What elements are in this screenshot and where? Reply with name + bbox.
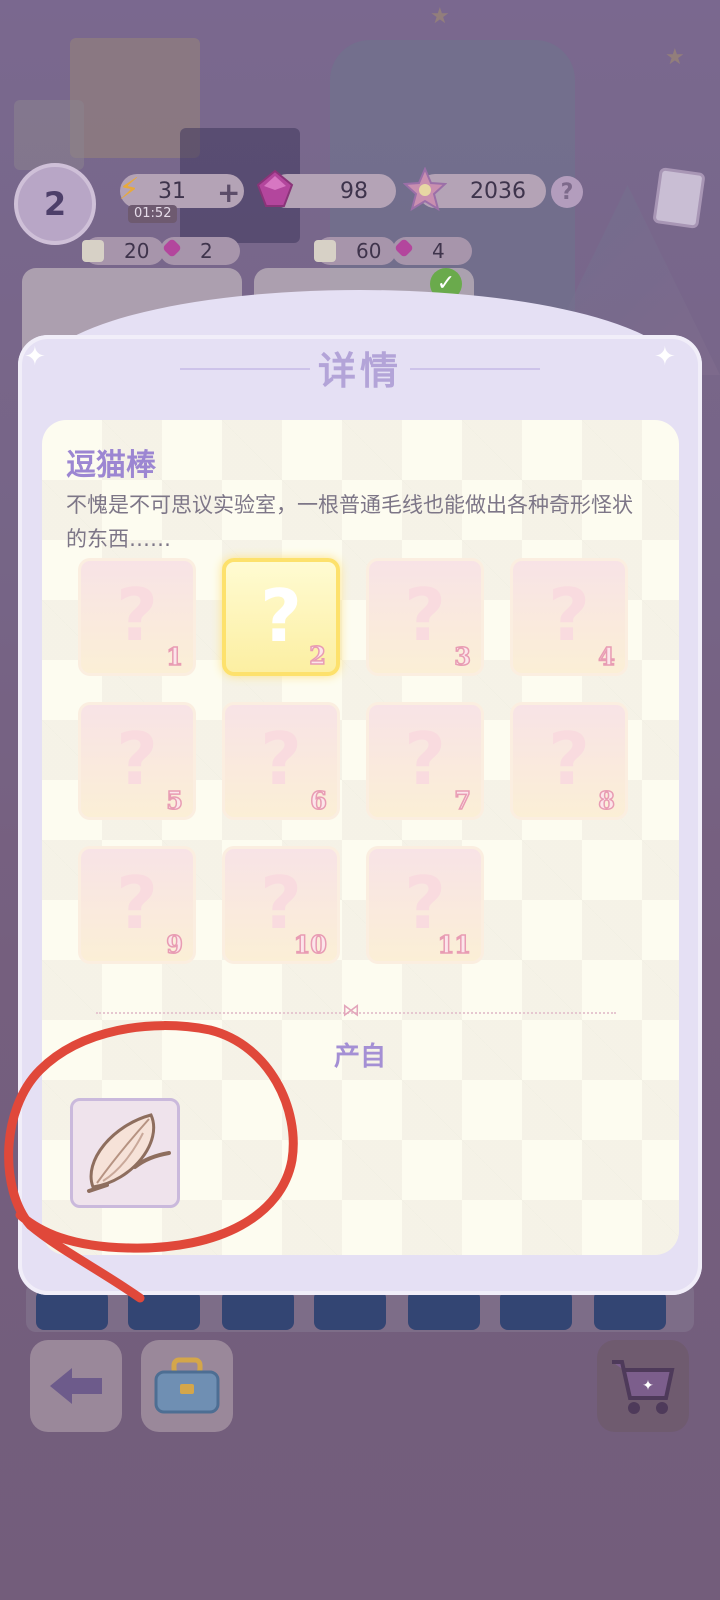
player-level: 2: [43, 185, 67, 223]
tray-box[interactable]: [408, 1290, 480, 1330]
collection-slot[interactable]: ? 11: [366, 846, 484, 964]
collection-slot[interactable]: ? 7: [366, 702, 484, 820]
modal-title: 详情: [317, 349, 402, 393]
back-arrow-icon: [50, 1368, 102, 1404]
tray-box[interactable]: [36, 1290, 108, 1330]
order-coin-value: 20: [124, 239, 150, 263]
slot-number: 6: [310, 785, 328, 816]
slot-number: 3: [454, 641, 472, 672]
toolbox-icon: [154, 1357, 220, 1414]
tray-box[interactable]: [128, 1290, 200, 1330]
tray-box[interactable]: [222, 1290, 294, 1330]
energy-timer: 01:52: [128, 205, 178, 223]
yarn-shell-icon: [87, 1113, 171, 1193]
source-item-tile[interactable]: [70, 1098, 180, 1208]
order-gem-value: 4: [432, 239, 445, 263]
item-description: 不愧是不可思议实验室，一根普通毛线也能做出各种奇形怪状的东西……: [66, 493, 633, 551]
slot-number: 2: [309, 640, 327, 671]
energy-value: 31: [158, 178, 186, 204]
order-coin-value: 60: [356, 239, 382, 263]
slot-number: 5: [166, 785, 184, 816]
inventory-button[interactable]: [141, 1340, 233, 1432]
slot-number: 7: [454, 785, 472, 816]
slot-number: 8: [598, 785, 616, 816]
rainbow-star-icon: [402, 166, 448, 212]
player-level-badge[interactable]: 2: [14, 163, 96, 245]
svg-text:✦: ✦: [642, 1378, 654, 1394]
collection-slot[interactable]: ? 1: [78, 558, 196, 676]
order-gem-value: 2: [200, 239, 213, 263]
album-card-icon[interactable]: [652, 167, 706, 229]
collection-slot[interactable]: ? 10: [222, 846, 340, 964]
sparkle-icon: ✦: [654, 342, 676, 372]
coin-icon: [82, 240, 104, 262]
collection-slot[interactable]: ? 4: [510, 558, 628, 676]
item-name: 逗猫棒: [66, 448, 156, 483]
collection-slot[interactable]: ? 8: [510, 702, 628, 820]
slot-number: 11: [437, 929, 472, 960]
bow-icon: ⋈: [342, 1000, 360, 1021]
collection-slot[interactable]: ? 6: [222, 702, 340, 820]
sparkle-icon: ✦: [24, 342, 46, 372]
collection-slot[interactable]: ? 3: [366, 558, 484, 676]
slot-number: 10: [293, 929, 328, 960]
tray-box[interactable]: [314, 1290, 386, 1330]
source-label: 产自: [333, 1042, 386, 1072]
collection-slot[interactable]: ? 9: [78, 846, 196, 964]
back-button[interactable]: [30, 1340, 122, 1432]
slot-number: 9: [166, 929, 184, 960]
tray-box[interactable]: [594, 1290, 666, 1330]
gem-value: 98: [340, 178, 368, 204]
gem-icon: [252, 166, 298, 212]
star-value: 2036: [470, 178, 526, 204]
shop-cart-button[interactable]: ✦: [597, 1340, 689, 1432]
tray-box[interactable]: [500, 1290, 572, 1330]
slot-number: 4: [598, 641, 616, 672]
collection-slot[interactable]: ? 5: [78, 702, 196, 820]
shopping-cart-icon: ✦: [612, 1360, 675, 1414]
coin-icon: [314, 240, 336, 262]
help-button[interactable]: ?: [551, 176, 583, 208]
slot-number: 1: [166, 641, 184, 672]
collection-slot-selected[interactable]: ? 2: [222, 558, 340, 676]
add-energy-button[interactable]: +: [217, 176, 240, 209]
